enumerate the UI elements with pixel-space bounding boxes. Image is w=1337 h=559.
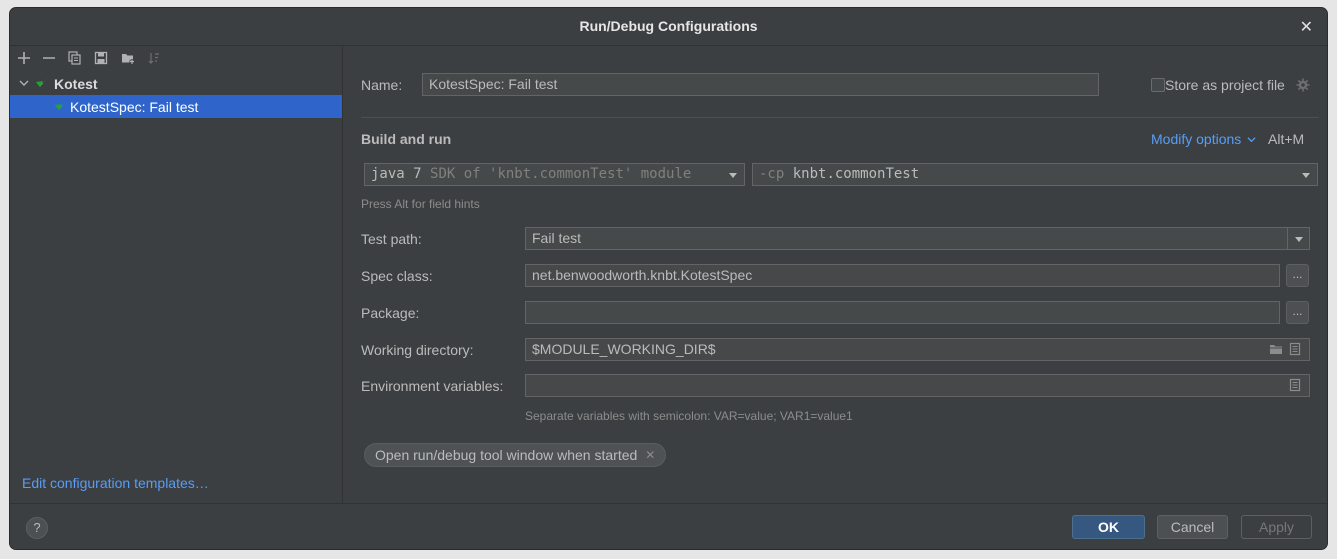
test-path-dropdown-button[interactable] xyxy=(1287,228,1309,249)
test-path-value: Fail test xyxy=(532,230,582,246)
working-directory-value: $MODULE_WORKING_DIR$ xyxy=(532,341,716,357)
configurations-toolbar xyxy=(10,46,342,72)
jre-version: java 7 xyxy=(371,166,422,182)
chevron-down-icon[interactable] xyxy=(18,77,30,89)
kotest-icon xyxy=(55,100,67,110)
chevron-down-icon xyxy=(1247,137,1256,143)
store-project-checkbox[interactable] xyxy=(1151,78,1165,92)
classpath-select[interactable]: -cp knbt.commonTest xyxy=(752,163,1318,186)
modify-options-label: Modify options xyxy=(1151,131,1242,147)
new-folder-icon[interactable] xyxy=(120,50,136,66)
spec-class-label: Spec class: xyxy=(361,268,433,284)
jre-select[interactable]: java 7 SDK of 'knbt.commonTest' module xyxy=(364,163,745,186)
package-browse-button[interactable]: ... xyxy=(1286,301,1309,324)
chevron-down-icon xyxy=(1294,236,1303,242)
macros-icon[interactable] xyxy=(1288,342,1302,356)
run-debug-dialog: Run/Debug Configurations ✕ Kotest Kotest… xyxy=(9,7,1328,550)
gear-icon[interactable] xyxy=(1296,78,1310,92)
field-hints-text: Press Alt for field hints xyxy=(361,197,480,211)
dialog-title: Run/Debug Configurations xyxy=(579,18,758,34)
open-tool-window-label: Open run/debug tool window when started xyxy=(375,447,638,463)
save-icon[interactable] xyxy=(93,50,109,66)
copy-icon[interactable] xyxy=(67,50,83,66)
help-button[interactable]: ? xyxy=(26,517,48,539)
separator xyxy=(361,117,1319,118)
package-field[interactable] xyxy=(525,301,1280,324)
configurations-panel: Kotest KotestSpec: Fail test Edit config… xyxy=(10,46,343,503)
name-field[interactable]: KotestSpec: Fail test xyxy=(422,73,1099,96)
tree-group-kotest[interactable]: Kotest xyxy=(10,72,342,95)
tree-item-kotestspec[interactable]: KotestSpec: Fail test xyxy=(10,95,342,118)
package-label: Package: xyxy=(361,305,420,321)
tree-item-label: KotestSpec: Fail test xyxy=(70,98,199,115)
open-tool-window-option[interactable]: Open run/debug tool window when started … xyxy=(364,443,667,467)
add-icon[interactable] xyxy=(16,50,32,66)
edit-templates-link[interactable]: Edit configuration templates… xyxy=(22,475,209,491)
chevron-down-icon xyxy=(729,173,737,178)
cancel-button[interactable]: Cancel xyxy=(1157,515,1228,539)
remove-icon[interactable] xyxy=(41,50,57,66)
build-run-title: Build and run xyxy=(361,131,452,147)
dialog-footer: ? OK Cancel Apply xyxy=(10,503,1327,549)
edit-variables-icon[interactable] xyxy=(1288,378,1302,392)
remove-option-icon[interactable]: ✕ xyxy=(645,448,655,462)
environment-variables-field[interactable] xyxy=(525,374,1310,397)
test-path-select[interactable]: Fail test xyxy=(525,227,1310,250)
chevron-down-icon xyxy=(1302,173,1310,178)
tree-group-label: Kotest xyxy=(54,75,98,92)
apply-button[interactable]: Apply xyxy=(1241,515,1312,539)
working-directory-label: Working directory: xyxy=(361,342,474,358)
environment-variables-hint: Separate variables with semicolon: VAR=v… xyxy=(525,409,853,423)
title-bar: Run/Debug Configurations ✕ xyxy=(10,8,1327,46)
configurations-tree: Kotest KotestSpec: Fail test xyxy=(10,72,342,118)
modify-options-shortcut: Alt+M xyxy=(1268,131,1305,147)
classpath-module: knbt.commonTest xyxy=(792,166,920,182)
store-project-label: Store as project file xyxy=(1165,77,1285,93)
configuration-editor: Name: KotestSpec: Fail test Store as pro… xyxy=(344,46,1327,503)
modify-options-link[interactable]: Modify options xyxy=(1151,131,1256,147)
environment-variables-label: Environment variables: xyxy=(361,378,504,394)
spec-class-browse-button[interactable]: ... xyxy=(1286,264,1309,287)
working-directory-field[interactable]: $MODULE_WORKING_DIR$ xyxy=(525,338,1310,361)
folder-icon[interactable] xyxy=(1269,342,1283,356)
test-path-label: Test path: xyxy=(361,231,422,247)
sort-icon[interactable] xyxy=(146,50,162,66)
ok-button[interactable]: OK xyxy=(1072,515,1145,539)
jre-detail: SDK of 'knbt.commonTest' module xyxy=(430,166,692,182)
close-button[interactable]: ✕ xyxy=(1300,17,1313,37)
name-label: Name: xyxy=(361,77,403,93)
classpath-flag: -cp xyxy=(759,166,785,182)
kotest-icon xyxy=(36,77,48,87)
spec-class-field[interactable]: net.benwoodworth.knbt.KotestSpec xyxy=(525,264,1280,287)
